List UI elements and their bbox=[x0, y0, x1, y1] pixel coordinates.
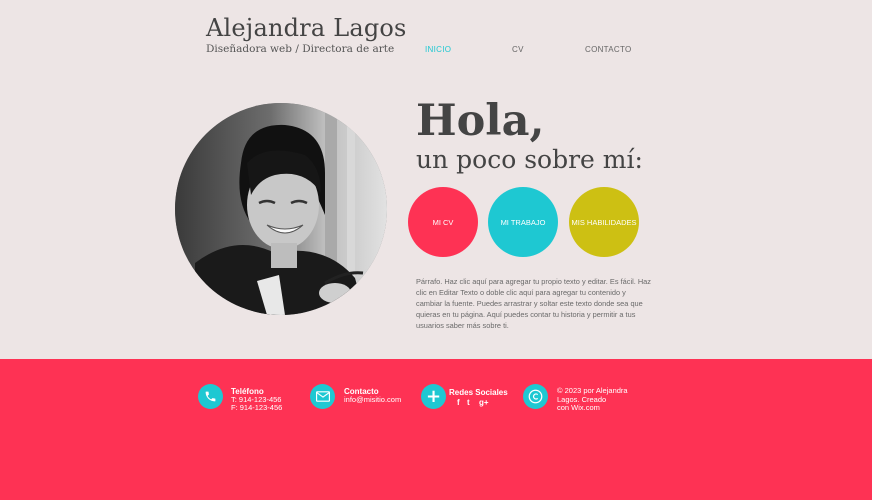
twitter-link[interactable]: t bbox=[467, 398, 470, 407]
hero-subheading: un poco sobre mí: bbox=[416, 145, 643, 174]
mis-habilidades-button[interactable]: MIS HABILIDADES bbox=[569, 187, 639, 257]
about-paragraph: Párrafo. Haz clic aquí para agregar tu p… bbox=[416, 277, 651, 330]
contact-email-link[interactable]: info@misitio.com bbox=[344, 395, 401, 405]
copyright-line-3: con Wix.com bbox=[557, 403, 600, 412]
fax-number: F: 914-123-456 bbox=[231, 403, 283, 412]
nav-item-inicio[interactable]: INICIO bbox=[425, 45, 451, 54]
plus-icon: + bbox=[421, 384, 446, 409]
mi-cv-button[interactable]: MI CV bbox=[408, 187, 478, 257]
site-title: Alejandra Lagos bbox=[206, 14, 407, 42]
mi-trabajo-button[interactable]: MI TRABAJO bbox=[488, 187, 558, 257]
social-title: Redes Sociales bbox=[449, 388, 508, 397]
site-tagline: Diseñadora web / Directora de arte bbox=[206, 43, 395, 55]
phone-icon bbox=[198, 384, 223, 409]
copyright-icon bbox=[523, 384, 548, 409]
facebook-link[interactable]: f bbox=[457, 398, 460, 407]
footer: Teléfono T: 914-123-456 F: 914-123-456 C… bbox=[0, 359, 872, 500]
hero-heading: Hola, bbox=[416, 96, 545, 146]
profile-photo bbox=[175, 103, 387, 315]
nav-item-contacto[interactable]: CONTACTO bbox=[585, 45, 632, 54]
nav-item-cv[interactable]: CV bbox=[512, 45, 524, 54]
envelope-icon bbox=[310, 384, 335, 409]
google-plus-link[interactable]: g+ bbox=[479, 398, 489, 407]
